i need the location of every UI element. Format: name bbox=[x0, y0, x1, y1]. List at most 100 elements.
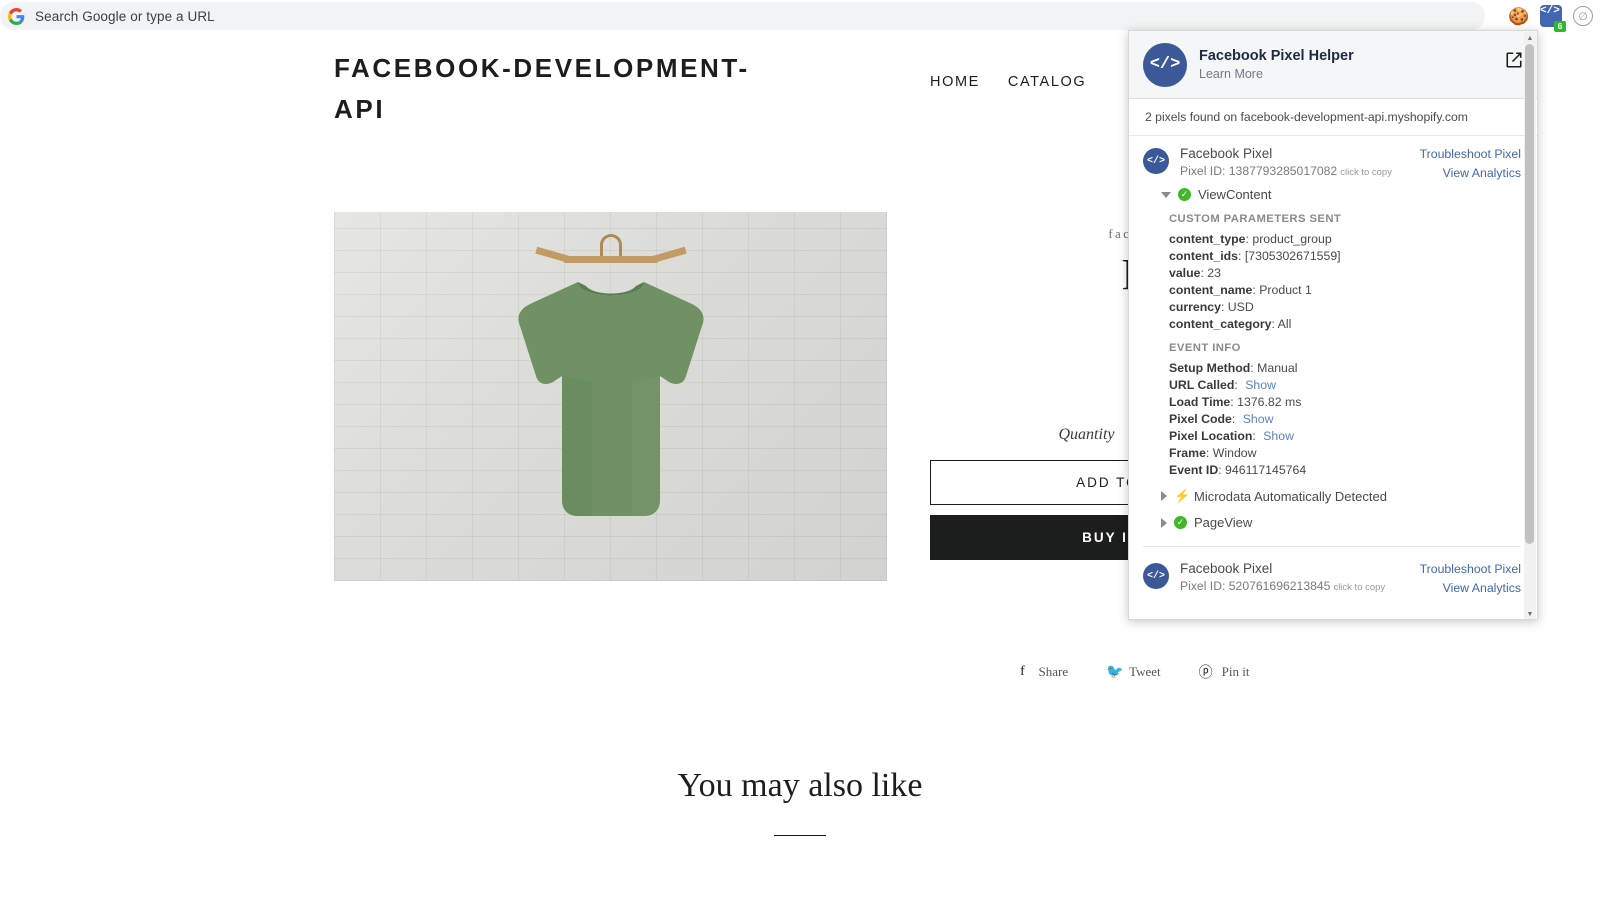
troubleshoot-pixel-link[interactable]: Troubleshoot Pixel bbox=[1420, 147, 1521, 161]
browser-toolbar: Search Google or type a URL 🍪 </> 6 ∅ bbox=[0, 0, 1600, 32]
share-facebook-label: Share bbox=[1038, 664, 1069, 679]
nav-item-home[interactable]: HOME bbox=[930, 74, 980, 90]
you-may-also-like-section: You may also like bbox=[0, 767, 1600, 836]
quantity-label: Quantity bbox=[1058, 426, 1115, 443]
also-like-heading: You may also like bbox=[677, 767, 923, 804]
twitter-icon: 🐦 bbox=[1106, 664, 1124, 680]
param-key: Event ID bbox=[1169, 463, 1219, 477]
share-pinterest-link[interactable]: ⓟ Pin it bbox=[1199, 662, 1250, 682]
param-key: Load Time bbox=[1169, 395, 1231, 409]
param-row: Event ID: 946117145764 bbox=[1169, 463, 1307, 477]
param-row: content_name: Product 1 bbox=[1169, 283, 1312, 297]
param-row: Frame: Window bbox=[1169, 446, 1257, 460]
open-in-new-icon[interactable] bbox=[1505, 51, 1523, 69]
share-row: f Share 🐦 Tweet ⓟ Pin it bbox=[930, 662, 1335, 682]
custom-parameters-heading: CUSTOM PARAMETERS SENT bbox=[1169, 213, 1342, 225]
pixel-id[interactable]: Pixel ID: 1387793285017082 click to copy bbox=[1180, 164, 1392, 178]
custom-parameters-list: content_type: product_group content_ids:… bbox=[1143, 231, 1521, 332]
pixel-code-icon: </> bbox=[1143, 563, 1169, 589]
param-row: currency: USD bbox=[1169, 300, 1254, 314]
cookie-extension-icon[interactable]: 🍪 bbox=[1506, 3, 1532, 29]
param-value: [7305302671559] bbox=[1244, 249, 1341, 263]
param-value: 946117145764 bbox=[1225, 463, 1307, 477]
pixel-block: </> Facebook Pixel Pixel ID: 52076169621… bbox=[1129, 551, 1537, 597]
learn-more-link[interactable]: Learn More bbox=[1199, 67, 1354, 81]
param-row: content_type: product_group bbox=[1169, 232, 1332, 246]
status-ok-icon: ✓ bbox=[1178, 188, 1191, 201]
param-row: content_category: All bbox=[1169, 317, 1292, 331]
status-ok-icon: ✓ bbox=[1174, 516, 1187, 529]
cookie-glyph: 🍪 bbox=[1508, 6, 1530, 26]
chevron-right-icon[interactable] bbox=[1161, 491, 1167, 501]
share-twitter-link[interactable]: 🐦 Tweet bbox=[1106, 662, 1161, 682]
param-value: USD bbox=[1227, 300, 1254, 314]
event-name: PageView bbox=[1194, 515, 1253, 530]
hanger-bar bbox=[562, 256, 659, 263]
param-key: Pixel Code bbox=[1169, 412, 1232, 426]
pixel-id-value: Pixel ID: 1387793285017082 bbox=[1180, 164, 1338, 178]
facebook-icon: f bbox=[1020, 664, 1025, 679]
param-value: 23 bbox=[1207, 266, 1221, 280]
extension-icons: 🍪 </> 6 ∅ bbox=[1506, 2, 1596, 32]
param-key: content_category bbox=[1169, 317, 1272, 331]
pixel-id[interactable]: Pixel ID: 520761696213845 click to copy bbox=[1180, 579, 1385, 593]
param-row: value: 23 bbox=[1169, 266, 1221, 280]
share-facebook-link[interactable]: f Share bbox=[1015, 662, 1068, 682]
also-like-divider bbox=[774, 835, 826, 836]
store-title[interactable]: FACEBOOK-DEVELOPMENT-API bbox=[334, 48, 754, 130]
omnibox[interactable]: Search Google or type a URL bbox=[0, 2, 1485, 30]
pixel-name: Facebook Pixel bbox=[1180, 561, 1273, 576]
hanger-hook bbox=[599, 234, 622, 258]
param-key: Pixel Location bbox=[1169, 429, 1253, 443]
facebook-pixel-helper-extension-button[interactable]: </> 6 bbox=[1538, 3, 1566, 32]
scroll-up-arrow-icon[interactable]: ▲ bbox=[1524, 32, 1536, 44]
param-value: Window bbox=[1212, 446, 1257, 460]
pixel-code-show-link[interactable]: Show bbox=[1243, 412, 1274, 426]
event-name: ViewContent bbox=[1198, 187, 1272, 202]
nav-item-catalog[interactable]: CATALOG bbox=[1008, 74, 1086, 90]
param-row: URL Called: Show bbox=[1169, 378, 1276, 392]
param-value: product_group bbox=[1252, 232, 1332, 246]
pixel-count-badge: 6 bbox=[1554, 21, 1566, 32]
chevron-right-icon[interactable] bbox=[1161, 517, 1167, 528]
pixel-helper-title: Facebook Pixel Helper bbox=[1199, 48, 1354, 64]
event-name: Microdata Automatically Detected bbox=[1194, 488, 1387, 504]
param-row: Setup Method: Manual bbox=[1169, 361, 1298, 375]
event-info-list: Setup Method: Manual URL Called: Show Lo… bbox=[1143, 360, 1521, 478]
param-row: Pixel Location: Show bbox=[1169, 429, 1294, 443]
chevron-down-icon[interactable] bbox=[1161, 191, 1171, 198]
pixel-links: Troubleshoot Pixel View Analytics bbox=[1420, 562, 1521, 600]
omnibox-input-text[interactable]: Search Google or type a URL bbox=[35, 9, 215, 24]
facebook-pixel-helper-panel: </> Facebook Pixel Helper Learn More 2 p… bbox=[1128, 30, 1538, 620]
view-analytics-link[interactable]: View Analytics bbox=[1420, 581, 1521, 595]
param-value: Manual bbox=[1257, 361, 1298, 375]
event-row-pageview[interactable]: ✓ PageView bbox=[1143, 506, 1521, 532]
pixel-id-value: Pixel ID: 520761696213845 bbox=[1180, 579, 1331, 593]
pinterest-icon: ⓟ bbox=[1198, 666, 1213, 681]
scroll-down-arrow-icon[interactable]: ▼ bbox=[1524, 608, 1536, 619]
param-key: Setup Method bbox=[1169, 361, 1251, 375]
url-called-show-link[interactable]: Show bbox=[1245, 378, 1276, 392]
param-key: Frame bbox=[1169, 446, 1206, 460]
param-row: Load Time: 1376.82 ms bbox=[1169, 395, 1302, 409]
product-image[interactable] bbox=[334, 212, 887, 581]
event-row-microdata[interactable]: ⚡ Microdata Automatically Detected bbox=[1143, 479, 1521, 506]
param-value: Product 1 bbox=[1259, 283, 1312, 297]
tshirt-graphic bbox=[517, 282, 704, 516]
pixel-block: </> Facebook Pixel Pixel ID: 13877932850… bbox=[1129, 136, 1537, 551]
param-key: content_name bbox=[1169, 283, 1253, 297]
pixel-code-icon: </> bbox=[1143, 148, 1169, 174]
extension-circle-icon[interactable]: ∅ bbox=[1570, 3, 1596, 29]
param-value: 1376.82 ms bbox=[1237, 395, 1302, 409]
pixel-helper-body: </> Facebook Pixel Pixel ID: 13877932850… bbox=[1129, 136, 1537, 597]
param-key: value bbox=[1169, 266, 1201, 280]
troubleshoot-pixel-link[interactable]: Troubleshoot Pixel bbox=[1420, 562, 1521, 576]
scrollbar-thumb[interactable] bbox=[1525, 44, 1534, 544]
pixel-location-show-link[interactable]: Show bbox=[1263, 429, 1294, 443]
param-row: Pixel Code: Show bbox=[1169, 412, 1274, 426]
panel-scrollbar[interactable]: ▲ ▼ bbox=[1524, 32, 1536, 619]
param-key: currency bbox=[1169, 300, 1221, 314]
view-analytics-link[interactable]: View Analytics bbox=[1420, 166, 1521, 180]
param-value: All bbox=[1277, 317, 1292, 331]
lightning-bolt-icon: ⚡ bbox=[1174, 488, 1191, 503]
